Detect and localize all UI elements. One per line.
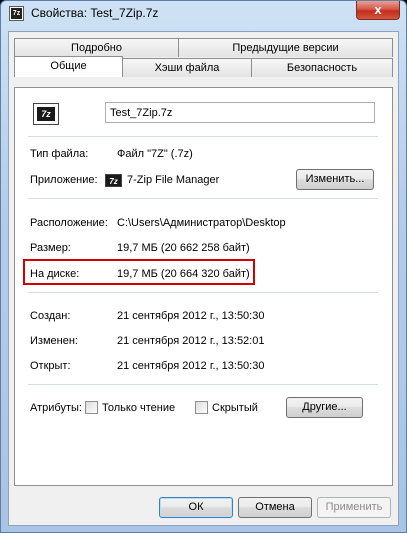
divider — [28, 384, 378, 385]
opened-label: Открыт: — [30, 360, 71, 372]
file-name-field[interactable] — [105, 102, 375, 123]
size-on-disk-value: 19,7 МБ (20 664 320 байт) — [117, 268, 250, 280]
file-type-label: Тип файла: — [30, 148, 89, 160]
size-on-disk-label: На диске: — [30, 268, 80, 280]
close-button[interactable]: x — [356, 1, 400, 20]
size-label: Размер: — [30, 242, 71, 254]
location-label: Расположение: — [30, 217, 108, 229]
cancel-button[interactable]: Отмена — [238, 497, 312, 518]
modified-label: Изменен: — [30, 335, 78, 347]
archive-icon: 7z — [9, 6, 24, 21]
tab-file-hashes[interactable]: Хэши файла — [122, 58, 252, 77]
size-value: 19,7 МБ (20 662 258 байт) — [117, 242, 250, 254]
application-label: Приложение: — [30, 174, 98, 186]
tab-previous-versions[interactable]: Предыдущие версии — [178, 38, 393, 57]
modified-value: 21 сентября 2012 г., 13:52:01 — [117, 335, 265, 347]
title-bar[interactable]: 7z Свойства: Test_7Zip.7z x — [1, 1, 406, 27]
attributes-label: Атрибуты: — [30, 402, 82, 414]
readonly-checkbox[interactable] — [85, 401, 98, 414]
divider — [28, 198, 378, 199]
application-value: 7-Zip File Manager — [127, 174, 220, 186]
apply-button[interactable]: Применить — [317, 497, 391, 518]
tab-general[interactable]: Общие — [14, 56, 123, 77]
divider — [28, 292, 378, 293]
file-type-icon: 7z — [33, 103, 59, 125]
general-panel: 7z Тип файла: Файл "7Z" (.7z) Приложение… — [14, 87, 393, 486]
7zip-icon: 7z — [105, 174, 122, 187]
dialog-client: Подробно Предыдущие версии Общие Хэши фа… — [8, 31, 399, 526]
divider — [28, 136, 378, 137]
readonly-label[interactable]: Только чтение — [102, 402, 175, 414]
created-label: Создан: — [30, 310, 71, 322]
window-title: Свойства: Test_7Zip.7z — [31, 6, 159, 20]
other-attributes-button[interactable]: Другие... — [286, 397, 363, 418]
hidden-checkbox[interactable] — [195, 401, 208, 414]
tab-details[interactable]: Подробно — [14, 38, 179, 57]
hidden-label[interactable]: Скрытый — [212, 402, 258, 414]
tab-security[interactable]: Безопасность — [251, 58, 393, 77]
ok-button[interactable]: ОК — [159, 497, 233, 518]
change-button[interactable]: Изменить... — [296, 169, 374, 190]
opened-value: 21 сентября 2012 г., 13:50:30 — [117, 360, 265, 372]
location-value: C:\Users\Администратор\Desktop — [117, 217, 286, 229]
file-type-value: Файл "7Z" (.7z) — [117, 148, 193, 160]
created-value: 21 сентября 2012 г., 13:50:30 — [117, 310, 265, 322]
properties-window: 7z Свойства: Test_7Zip.7z x Подробно Пре… — [0, 0, 407, 533]
